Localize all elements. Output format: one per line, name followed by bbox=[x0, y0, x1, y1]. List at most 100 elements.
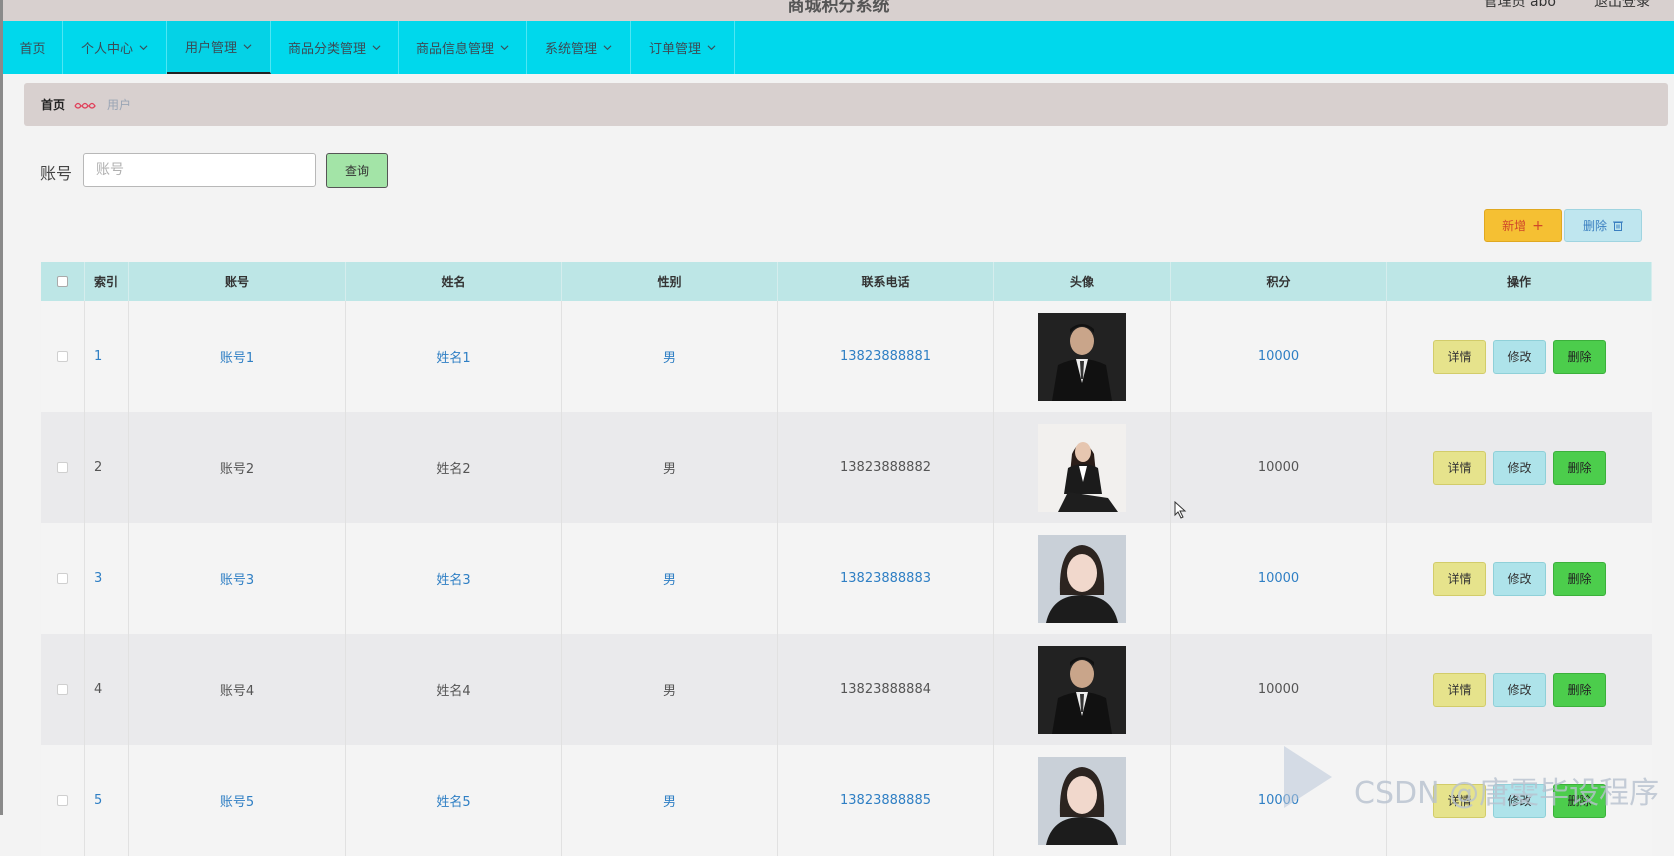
cell-name: 姓名2 bbox=[346, 412, 562, 523]
edit-button[interactable]: 修改 bbox=[1493, 561, 1546, 596]
table-row: 1 账号1 姓名1 男 13823888881 10000 详情 修改 删除 bbox=[41, 301, 1652, 412]
nav-item-label: 系统管理 bbox=[544, 42, 597, 57]
cell-gender: 男 bbox=[562, 634, 778, 745]
table-row: 2 账号2 姓名2 男 13823888882 10000 详情 修改 删除 bbox=[41, 412, 1652, 523]
cell-index: 4 bbox=[85, 634, 129, 745]
cell-avatar bbox=[994, 301, 1171, 412]
logout-link[interactable]: 退出登录 bbox=[1594, 0, 1650, 11]
cell-avatar bbox=[994, 745, 1171, 856]
cell-index: 2 bbox=[85, 412, 129, 523]
row-actions: 详情 修改 删除 bbox=[1433, 339, 1606, 374]
edit-button[interactable]: 修改 bbox=[1493, 450, 1546, 485]
select-all-checkbox[interactable] bbox=[57, 276, 68, 287]
delete-button[interactable]: 删除 bbox=[1553, 783, 1606, 818]
cell-name: 姓名3 bbox=[346, 523, 562, 634]
nav-item-3[interactable]: 商品分类管理 bbox=[271, 21, 399, 74]
select-all-cell bbox=[41, 262, 85, 301]
cell-name: 姓名5 bbox=[346, 745, 562, 856]
cell-phone: 13823888883 bbox=[778, 523, 994, 634]
row-actions: 详情 修改 删除 bbox=[1433, 783, 1606, 818]
cell-points: 10000 bbox=[1171, 523, 1387, 634]
cell-index: 5 bbox=[85, 745, 129, 856]
header-gender: 性别 bbox=[562, 262, 778, 301]
cell-name: 姓名4 bbox=[346, 634, 562, 745]
chevron-down-icon bbox=[500, 45, 509, 51]
row-checkbox[interactable] bbox=[57, 795, 68, 806]
woman-portrait-icon bbox=[1038, 534, 1126, 623]
cell-actions: 详情 修改 删除 bbox=[1387, 634, 1652, 745]
add-button-label: 新增 bbox=[1502, 219, 1527, 233]
nav-item-label: 商品信息管理 bbox=[415, 42, 494, 57]
woman-suit-icon bbox=[1038, 423, 1126, 512]
mouse-cursor-icon bbox=[1174, 501, 1187, 519]
row-select-cell bbox=[41, 301, 85, 412]
trash-icon bbox=[1613, 221, 1623, 231]
nav-item-2[interactable]: 用户管理 bbox=[167, 21, 271, 74]
cell-points: 10000 bbox=[1171, 412, 1387, 523]
cell-avatar bbox=[994, 412, 1171, 523]
nav-item-0[interactable]: 首页 bbox=[3, 21, 63, 74]
nav-item-label: 订单管理 bbox=[648, 42, 701, 57]
man-suit-icon bbox=[1038, 312, 1126, 401]
detail-button[interactable]: 详情 bbox=[1433, 672, 1486, 707]
detail-button[interactable]: 详情 bbox=[1433, 783, 1486, 818]
cell-gender: 男 bbox=[562, 412, 778, 523]
window-left-edge bbox=[0, 0, 3, 815]
delete-button[interactable]: 删除 bbox=[1553, 450, 1606, 485]
nav-item-1[interactable]: 个人中心 bbox=[63, 21, 167, 74]
chevron-down-icon bbox=[372, 45, 381, 51]
cell-gender: 男 bbox=[562, 745, 778, 856]
detail-button[interactable]: 详情 bbox=[1433, 450, 1486, 485]
search-label: 账号 bbox=[40, 164, 73, 183]
cell-phone: 13823888885 bbox=[778, 745, 994, 856]
cell-points: 10000 bbox=[1171, 745, 1387, 856]
delete-button[interactable]: 删除 bbox=[1553, 672, 1606, 707]
row-select-cell bbox=[41, 745, 85, 856]
plus-icon: + bbox=[1532, 217, 1544, 234]
delete-button[interactable]: 删除 bbox=[1553, 561, 1606, 596]
cell-phone: 13823888881 bbox=[778, 301, 994, 412]
cell-actions: 详情 修改 删除 bbox=[1387, 301, 1652, 412]
query-button[interactable]: 查询 bbox=[326, 153, 388, 188]
search-input[interactable] bbox=[83, 153, 316, 187]
edit-button[interactable]: 修改 bbox=[1493, 672, 1546, 707]
detail-button[interactable]: 详情 bbox=[1433, 339, 1486, 374]
header-name: 姓名 bbox=[346, 262, 562, 301]
header-points: 积分 bbox=[1171, 262, 1387, 301]
cell-points: 10000 bbox=[1171, 301, 1387, 412]
cell-phone: 13823888882 bbox=[778, 412, 994, 523]
chevron-down-icon bbox=[139, 45, 148, 51]
breadcrumb-home[interactable]: 首页 bbox=[41, 96, 65, 113]
row-actions: 详情 修改 删除 bbox=[1433, 450, 1606, 485]
cell-account: 账号2 bbox=[129, 412, 346, 523]
nav-item-4[interactable]: 商品信息管理 bbox=[399, 21, 527, 74]
edit-button[interactable]: 修改 bbox=[1493, 339, 1546, 374]
edit-button[interactable]: 修改 bbox=[1493, 783, 1546, 818]
row-checkbox[interactable] bbox=[57, 351, 68, 362]
row-select-cell bbox=[41, 634, 85, 745]
row-checkbox[interactable] bbox=[57, 462, 68, 473]
batch-delete-label: 删除 bbox=[1582, 219, 1607, 233]
header-avatar: 头像 bbox=[994, 262, 1171, 301]
header-actions: 操作 bbox=[1387, 262, 1652, 301]
row-checkbox[interactable] bbox=[57, 573, 68, 584]
table-header: 索引 账号 姓名 性别 联系电话 头像 积分 操作 bbox=[41, 262, 1652, 301]
woman-portrait-icon bbox=[1038, 756, 1126, 845]
cell-name: 姓名1 bbox=[346, 301, 562, 412]
nav-item-5[interactable]: 系统管理 bbox=[527, 21, 631, 74]
app-title: 商城积分系统 bbox=[787, 0, 890, 16]
row-select-cell bbox=[41, 412, 85, 523]
delete-button[interactable]: 删除 bbox=[1553, 339, 1606, 374]
table-row: 4 账号4 姓名4 男 13823888884 10000 详情 修改 删除 bbox=[41, 634, 1652, 745]
nav-item-6[interactable]: 订单管理 bbox=[631, 21, 735, 74]
cell-points: 10000 bbox=[1171, 634, 1387, 745]
nav-item-label: 个人中心 bbox=[80, 42, 133, 57]
batch-delete-button[interactable]: 删除 bbox=[1564, 209, 1642, 242]
cell-account: 账号1 bbox=[129, 301, 346, 412]
detail-button[interactable]: 详情 bbox=[1433, 561, 1486, 596]
add-button[interactable]: 新增 + bbox=[1484, 209, 1562, 242]
row-select-cell bbox=[41, 523, 85, 634]
header-phone: 联系电话 bbox=[778, 262, 994, 301]
nav-item-label: 商品分类管理 bbox=[287, 42, 366, 57]
row-checkbox[interactable] bbox=[57, 684, 68, 695]
